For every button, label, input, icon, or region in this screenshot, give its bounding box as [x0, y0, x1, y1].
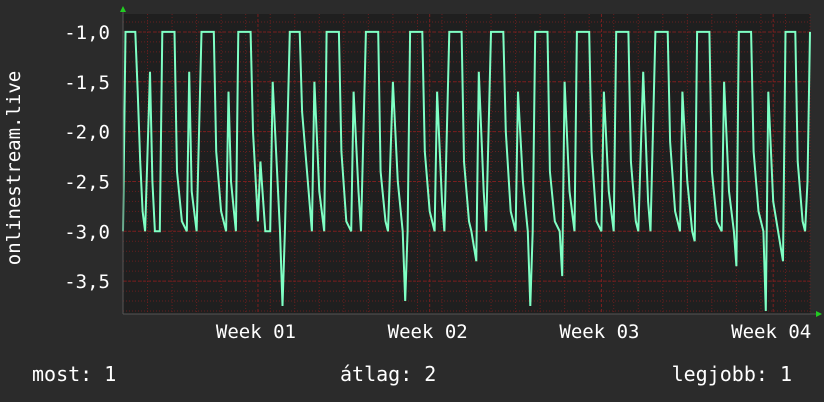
y-tick-label: -2,0 — [64, 122, 110, 144]
legend-now-value: 1 — [104, 362, 117, 386]
y-tick-label: -2,5 — [64, 171, 110, 193]
x-tick-label: Week 03 — [559, 321, 639, 343]
y-axis-arrow — [120, 6, 126, 12]
y-tick-label: -3,0 — [64, 221, 110, 243]
legend-average: átlag: 2 — [340, 362, 436, 386]
y-axis-ticks: -1,0 -1,5 -2,0 -2,5 -3,0 -3,5 — [64, 22, 110, 293]
legend-best-label: legjobb: — [671, 362, 768, 386]
x-tick-label: Week 02 — [388, 321, 468, 343]
x-axis-ticks: Week 01 Week 02 Week 03 Week 04 — [216, 321, 811, 343]
legend-average-value: 2 — [424, 362, 437, 386]
y-tick-label: -1,0 — [64, 22, 110, 44]
x-tick-label: Week 04 — [731, 321, 811, 343]
legend-now-label: most: — [32, 362, 93, 386]
x-axis-arrow — [816, 311, 822, 317]
legend-best-value: 1 — [779, 362, 792, 386]
legend-best: legjobb: 1 — [672, 362, 792, 386]
chart: -1,0-1,5-2,0-2,5-3,0-3,5 Week 01 Week 02 W… — [3, 6, 822, 343]
legend-average-label: átlag: — [340, 362, 413, 386]
y-tick-label: -1,5 — [64, 72, 110, 94]
legend-now: most: 1 — [32, 362, 116, 386]
y-axis-label: onlinestream.live — [3, 71, 25, 265]
x-tick-label: Week 01 — [216, 321, 296, 343]
y-tick-label: -3,5 — [64, 271, 110, 293]
